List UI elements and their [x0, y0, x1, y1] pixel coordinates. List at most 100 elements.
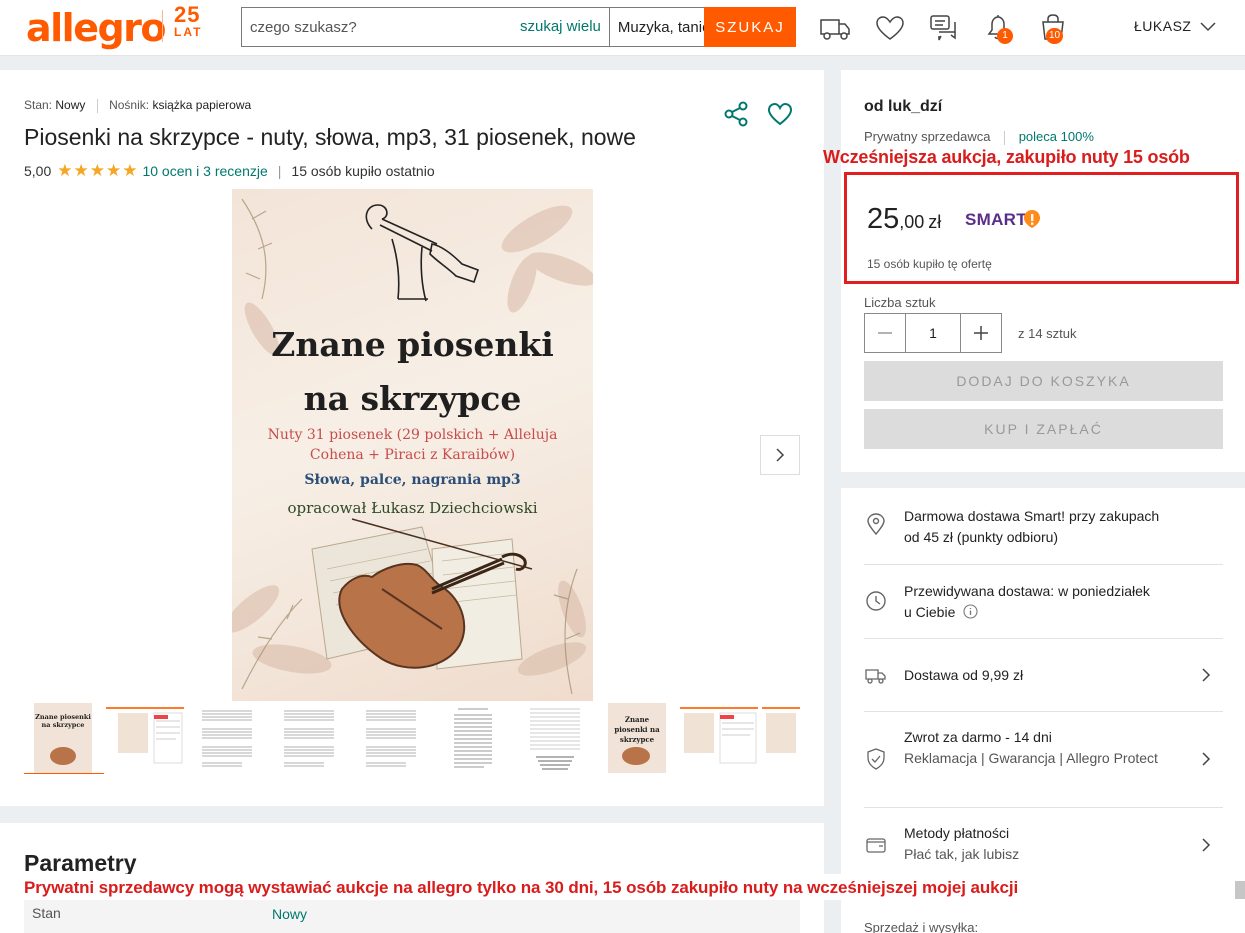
user-menu[interactable]: ŁUKASZ — [1134, 18, 1191, 34]
seller-name[interactable]: od luk_dzí — [864, 98, 942, 116]
reviews-link[interactable]: 10 ocen i 3 recenzje — [142, 163, 267, 179]
thumbnail-sheet-music — [284, 710, 334, 767]
divider — [864, 564, 1223, 565]
thumbnail-title: Znane piosenki na skrzypce — [614, 715, 660, 744]
notifications[interactable]: 1 — [981, 12, 1015, 44]
thumbnail[interactable] — [188, 703, 266, 773]
clock-icon — [866, 591, 886, 611]
price-decimal: ,00 — [899, 212, 925, 232]
share-icon[interactable] — [722, 100, 750, 128]
chevron-right-icon — [1202, 838, 1211, 852]
thumbnail[interactable] — [762, 703, 800, 773]
shipping-cost-row[interactable]: Dostawa od 9,99 zł — [864, 660, 1223, 690]
divider — [864, 711, 1223, 712]
heart-icon[interactable] — [766, 100, 794, 128]
price-highlight-box: 25,00 zł SMART 15 osób kupiło tę ofertę — [844, 172, 1239, 284]
expected-delivery-line1: Przewidywana dostawa: w poniedziałek — [904, 583, 1150, 599]
delivery-card: Darmowa dostawa Smart! przy zakupach od … — [841, 488, 1245, 933]
seller-recommend[interactable]: poleca 100% — [1019, 129, 1094, 144]
expected-delivery-line2: u Ciebie — [904, 604, 956, 620]
free-delivery-row: Darmowa dostawa Smart! przy zakupach od … — [864, 506, 1223, 550]
parameters-row: Stan Nowy — [24, 899, 800, 933]
return-subtitle: Reklamacja | Gwarancja | Allegro Protect — [904, 750, 1158, 766]
top-bar: allegro 25 LAT szukaj wielu Muzyka, tani… — [0, 0, 1245, 56]
smart-logo: SMART — [965, 210, 1027, 229]
payment-title: Metody płatności — [904, 825, 1010, 841]
plus-icon — [974, 326, 988, 340]
search-input[interactable] — [242, 8, 520, 46]
divider — [864, 807, 1223, 808]
thumbnail[interactable] — [680, 703, 758, 773]
search-multi-link[interactable]: szukaj wielu — [520, 8, 609, 46]
thumbnail[interactable] — [352, 703, 430, 773]
chevron-right-icon — [1202, 752, 1211, 766]
logo-divider — [162, 10, 163, 42]
thumbnail[interactable] — [516, 703, 594, 773]
scrollbar[interactable] — [1235, 881, 1245, 899]
cover-subtitle2: Słowa, palce, nagrania mp3 — [304, 472, 521, 488]
thumbnail-violin — [50, 747, 76, 765]
wallet-icon — [866, 838, 886, 853]
thumbnail[interactable]: Znane piosenki na skrzypce — [598, 703, 676, 773]
messages-icon[interactable] — [927, 12, 961, 44]
return-text: Zwrot za darmo - 14 dni Reklamacja | Gwa… — [904, 727, 1194, 769]
thumbnail[interactable] — [270, 703, 348, 773]
allegro-logo[interactable]: allegro — [26, 6, 167, 50]
add-to-cart-button[interactable]: DODAJ DO KOSZYKA — [864, 361, 1223, 401]
expected-delivery-text: Przewidywana dostawa: w poniedziałek u C… — [904, 581, 1194, 623]
seller-type: Prywatny sprzedawca — [864, 129, 991, 144]
free-delivery-line2: od 45 zł (punkty odbioru) — [904, 529, 1059, 545]
search-button[interactable]: SZUKAJ — [704, 7, 796, 47]
parameter-value[interactable]: Nowy — [272, 906, 307, 922]
delivery-truck-icon — [865, 669, 886, 684]
product-main-image[interactable]: Znane piosenki na skrzypce Nuty 31 piose… — [232, 189, 593, 701]
gallery-thumbnails: Znane piosenki na skrzypce Znane piosenk… — [24, 702, 800, 774]
cover-subtitle: Nuty 31 piosenek (29 polskich + Alleluja… — [267, 427, 558, 463]
cart[interactable]: 10 — [1036, 12, 1076, 44]
thumbnail-violin — [622, 747, 650, 765]
thumbnail-cover: Znane piosenki na skrzypce — [608, 703, 666, 773]
quantity-available: z 14 sztuk — [1018, 326, 1077, 341]
gallery-next-button[interactable] — [760, 435, 800, 475]
notifications-badge: 1 — [997, 28, 1013, 44]
chevron-down-icon[interactable] — [1198, 18, 1218, 36]
thumbnail-text-page — [454, 708, 492, 768]
thumbnail[interactable]: Znane piosenki na skrzypce — [24, 703, 104, 774]
annotation-top: Wcześniejsza aukcja, zakupiło nuty 15 os… — [823, 147, 1190, 167]
annotation-bottom: Prywatni sprzedawcy mogą wystawiać aukcj… — [24, 878, 1019, 897]
heart-icon[interactable] — [873, 12, 907, 44]
nosnik-value: książka papierowa — [152, 98, 252, 112]
rating-row: 5,00 ★★★★★ 10 ocen i 3 recenzje | 15 osó… — [24, 161, 435, 181]
product-attributes: Stan: Nowy Nośnik: książka papierowa — [24, 98, 251, 113]
delivery-truck-icon[interactable] — [818, 12, 852, 44]
thumbnail[interactable] — [106, 703, 184, 773]
nosnik-label: Nośnik: — [109, 98, 150, 112]
thumbnail-text-page — [530, 708, 580, 770]
payment-methods-row[interactable]: Metody płatności Płać tak, jak lubisz — [864, 823, 1223, 867]
anniversary-number: 25 — [174, 2, 201, 27]
thumbnail-cover: Znane piosenki na skrzypce — [34, 703, 92, 773]
thumbnail-page — [106, 707, 184, 764]
payment-subtitle: Płać tak, jak lubisz — [904, 846, 1020, 862]
decrease-button[interactable] — [865, 314, 905, 352]
buy-now-button[interactable]: KUP I ZAPŁAĆ — [864, 409, 1223, 449]
sale-shipping-label: Sprzedaż i wysyłka: — [864, 920, 979, 933]
anniversary-label: LAT — [174, 25, 203, 39]
increase-button[interactable] — [961, 314, 1001, 352]
payment-methods-text: Metody płatności Płać tak, jak lubisz — [904, 823, 1194, 865]
bought-count: 15 osób kupiło tę ofertę — [867, 257, 992, 271]
thumbnail[interactable] — [434, 703, 512, 773]
stan-label: Stan: — [24, 98, 53, 112]
price-currency: zł — [928, 212, 942, 232]
quantity-input[interactable]: 1 — [905, 314, 961, 352]
expected-delivery-row: Przewidywana dostawa: w poniedziałek u C… — [864, 581, 1223, 625]
return-row[interactable]: Zwrot za darmo - 14 dni Reklamacja | Gwa… — [864, 727, 1223, 793]
rating-value: 5,00 — [24, 163, 52, 179]
stan-value: Nowy — [55, 98, 86, 112]
parameters-title: Parametry — [24, 850, 137, 876]
free-delivery-line1: Darmowa dostawa Smart! przy zakupach — [904, 508, 1160, 524]
free-delivery-text: Darmowa dostawa Smart! przy zakupach od … — [904, 506, 1194, 548]
chevron-right-icon — [776, 448, 785, 462]
seller-info: Prywatny sprzedawca poleca 100% — [864, 129, 1094, 145]
info-icon[interactable] — [963, 604, 978, 619]
